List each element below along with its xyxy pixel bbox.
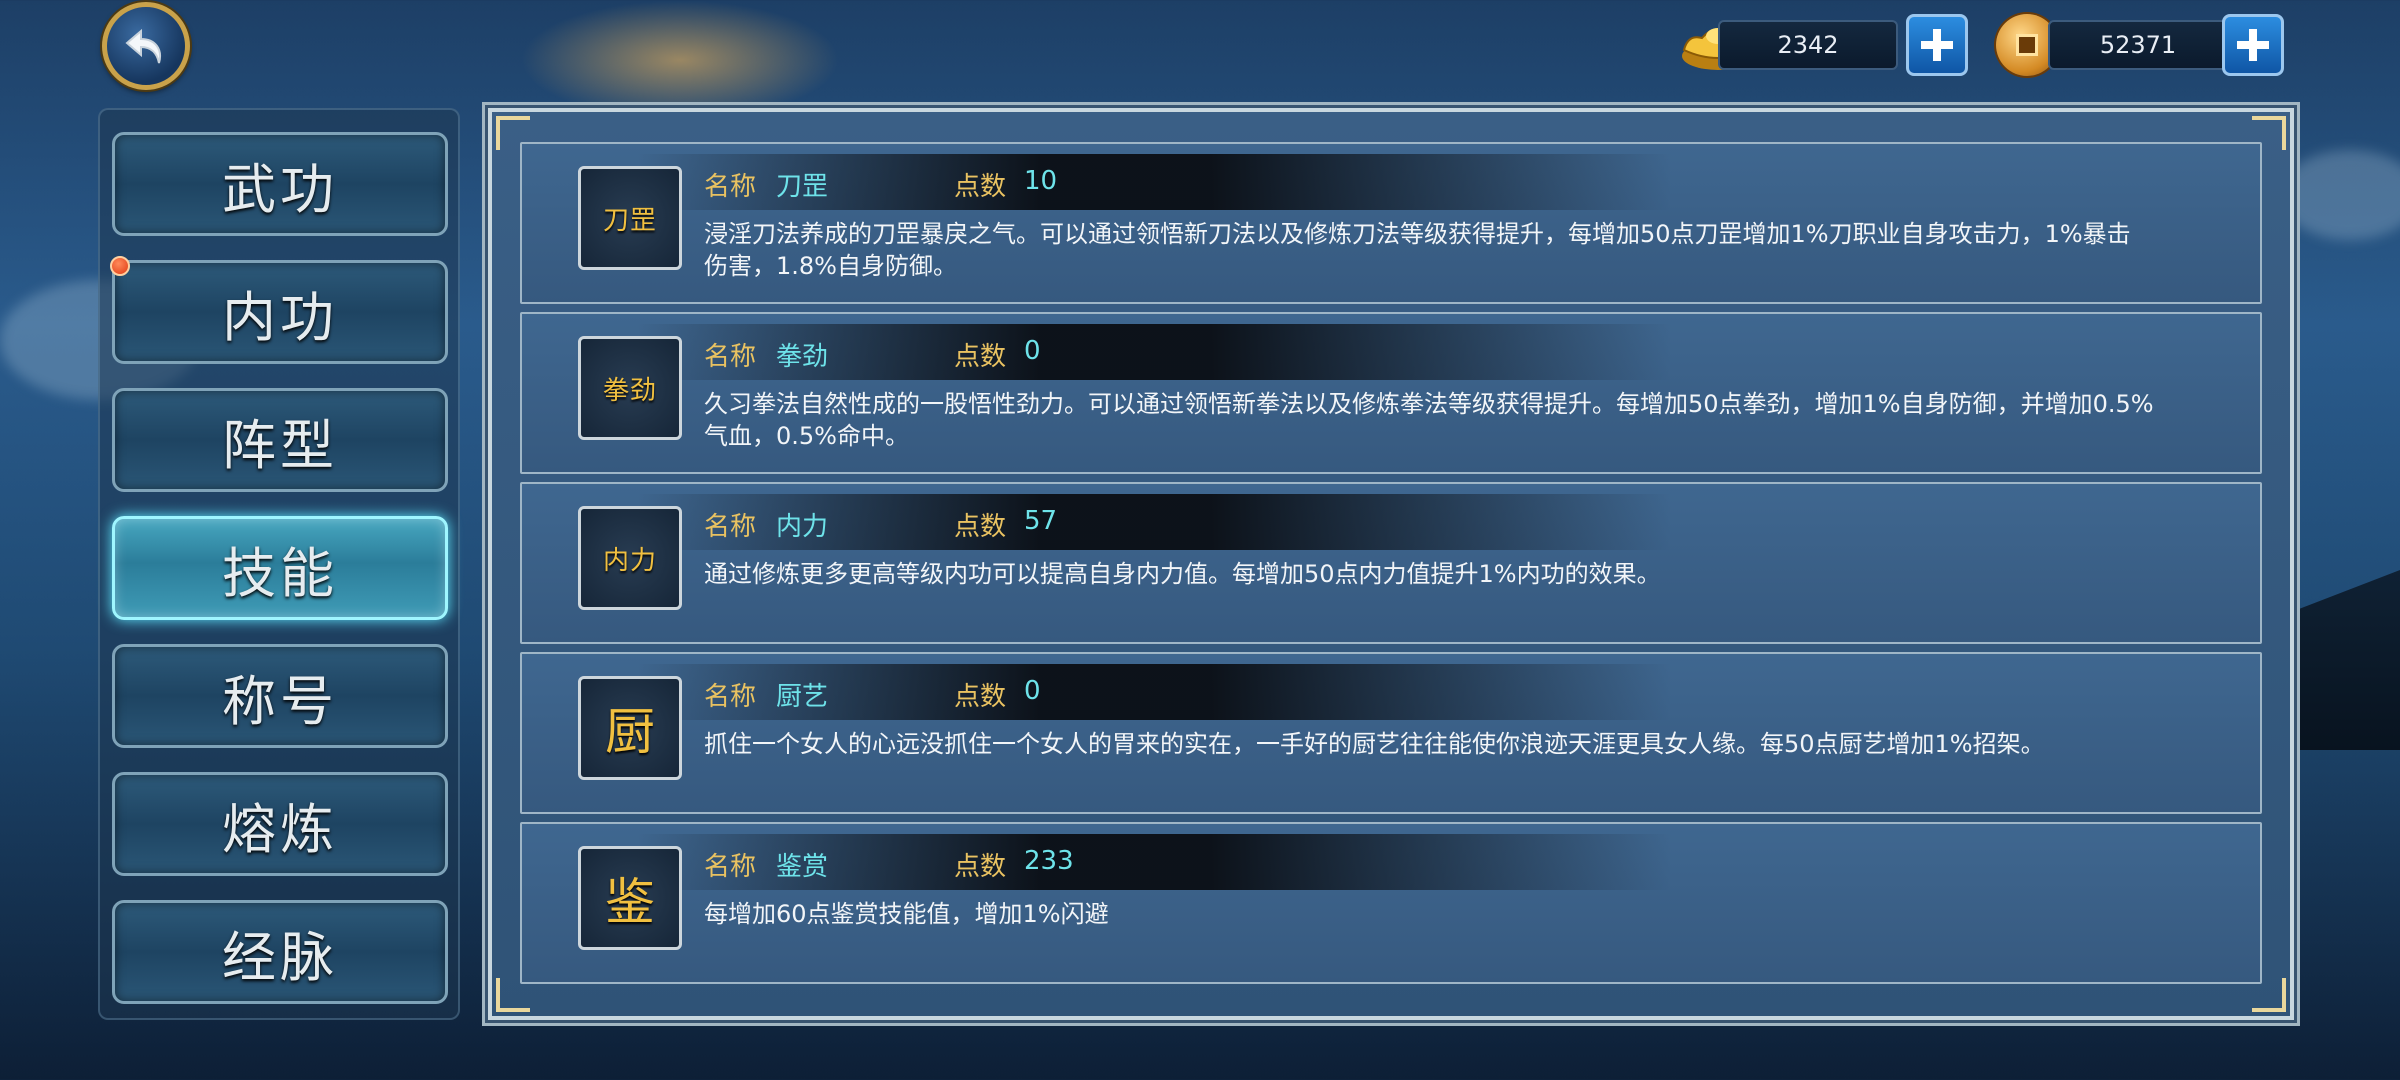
skill-header-band — [522, 664, 1672, 720]
skill-description: 抓住一个女人的心远没抓住一个女人的胃来的实在，一手好的厨艺往往能使你浪迹天涯更具… — [704, 730, 2045, 758]
skill-points: 57 — [1024, 506, 1058, 536]
skill-row: 鉴 名称 鉴赏 点数 233 每增加60点鉴赏技能值，增加1%闪避 — [520, 822, 2262, 984]
skill-header-band — [522, 834, 1672, 890]
skill-name: 刀罡 — [776, 172, 829, 202]
skill-icon: 内力 — [578, 506, 682, 610]
skill-points: 0 — [1024, 336, 1041, 366]
skill-row: 拳劲 名称 拳劲 点数 0 久习拳法自然性成的一股悟性劲力。可以通过领悟新拳法以… — [520, 312, 2262, 474]
back-arrow-icon — [125, 28, 161, 64]
ingot-currency: 2342 — [1678, 14, 1968, 76]
skill-row: 内力 名称 内力 点数 57 通过修炼更多更高等级内功可以提高自身内力值。每增加… — [520, 482, 2262, 644]
name-label: 名称 — [704, 512, 757, 542]
skill-icon: 刀罡 — [578, 166, 682, 270]
skill-description: 通过修炼更多更高等级内功可以提高自身内力值。每增加50点内力值提升1%内功的效果… — [704, 560, 1661, 588]
tab-skills[interactable]: 技能 — [112, 516, 448, 620]
skill-icon: 厨 — [578, 676, 682, 780]
skill-points: 0 — [1024, 676, 1041, 706]
points-label: 点数 — [954, 682, 1007, 712]
coin-currency: 52371 — [1996, 14, 2286, 76]
back-button[interactable] — [102, 2, 190, 90]
name-label: 名称 — [704, 342, 757, 372]
skill-name: 拳劲 — [776, 342, 829, 372]
skill-header-band — [522, 494, 1672, 550]
points-label: 点数 — [954, 172, 1007, 202]
tab-smelting[interactable]: 熔炼 — [112, 772, 448, 876]
tab-meridians[interactable]: 经脉 — [112, 900, 448, 1004]
tab-formation[interactable]: 阵型 — [112, 388, 448, 492]
skill-description: 浸淫刀法养成的刀罡暴戾之气。可以通过领悟新刀法以及修炼刀法等级获得提升，每增加5… — [704, 220, 2131, 280]
skill-icon: 鉴 — [578, 846, 682, 950]
skill-header-band — [522, 324, 1672, 380]
add-ingot-button[interactable] — [1906, 14, 1968, 76]
skill-row: 刀罡 名称 刀罡 点数 10 浸淫刀法养成的刀罡暴戾之气。可以通过领悟新刀法以及… — [520, 142, 2262, 304]
skill-name: 鉴赏 — [776, 852, 829, 882]
notification-dot — [110, 256, 130, 276]
points-label: 点数 — [954, 342, 1007, 372]
skill-icon: 拳劲 — [578, 336, 682, 440]
name-label: 名称 — [704, 852, 757, 882]
skill-name: 内力 — [776, 512, 829, 542]
background-cloud — [2280, 150, 2400, 240]
background-lantern-glow — [520, 0, 840, 120]
plus-icon — [2237, 29, 2269, 61]
skill-description: 久习拳法自然性成的一股悟性劲力。可以通过领悟新拳法以及修炼拳法等级获得提升。每增… — [704, 390, 2154, 450]
points-label: 点数 — [954, 512, 1007, 542]
skill-name: 厨艺 — [776, 682, 829, 712]
skill-header-band — [522, 154, 1672, 210]
plus-icon — [1921, 29, 1953, 61]
coin-amount: 52371 — [2048, 20, 2228, 70]
add-coin-button[interactable] — [2222, 14, 2284, 76]
tab-titles[interactable]: 称号 — [112, 644, 448, 748]
tab-inner-power[interactable]: 内功 — [112, 260, 448, 364]
tab-martial-arts[interactable]: 武功 — [112, 132, 448, 236]
name-label: 名称 — [704, 172, 757, 202]
points-label: 点数 — [954, 852, 1007, 882]
skill-points: 233 — [1024, 846, 1074, 876]
ingot-amount: 2342 — [1718, 20, 1898, 70]
skill-row: 厨 名称 厨艺 点数 0 抓住一个女人的心远没抓住一个女人的胃来的实在，一手好的… — [520, 652, 2262, 814]
name-label: 名称 — [704, 682, 757, 712]
skill-description: 每增加60点鉴赏技能值，增加1%闪避 — [704, 900, 1109, 928]
skill-points: 10 — [1024, 166, 1058, 196]
